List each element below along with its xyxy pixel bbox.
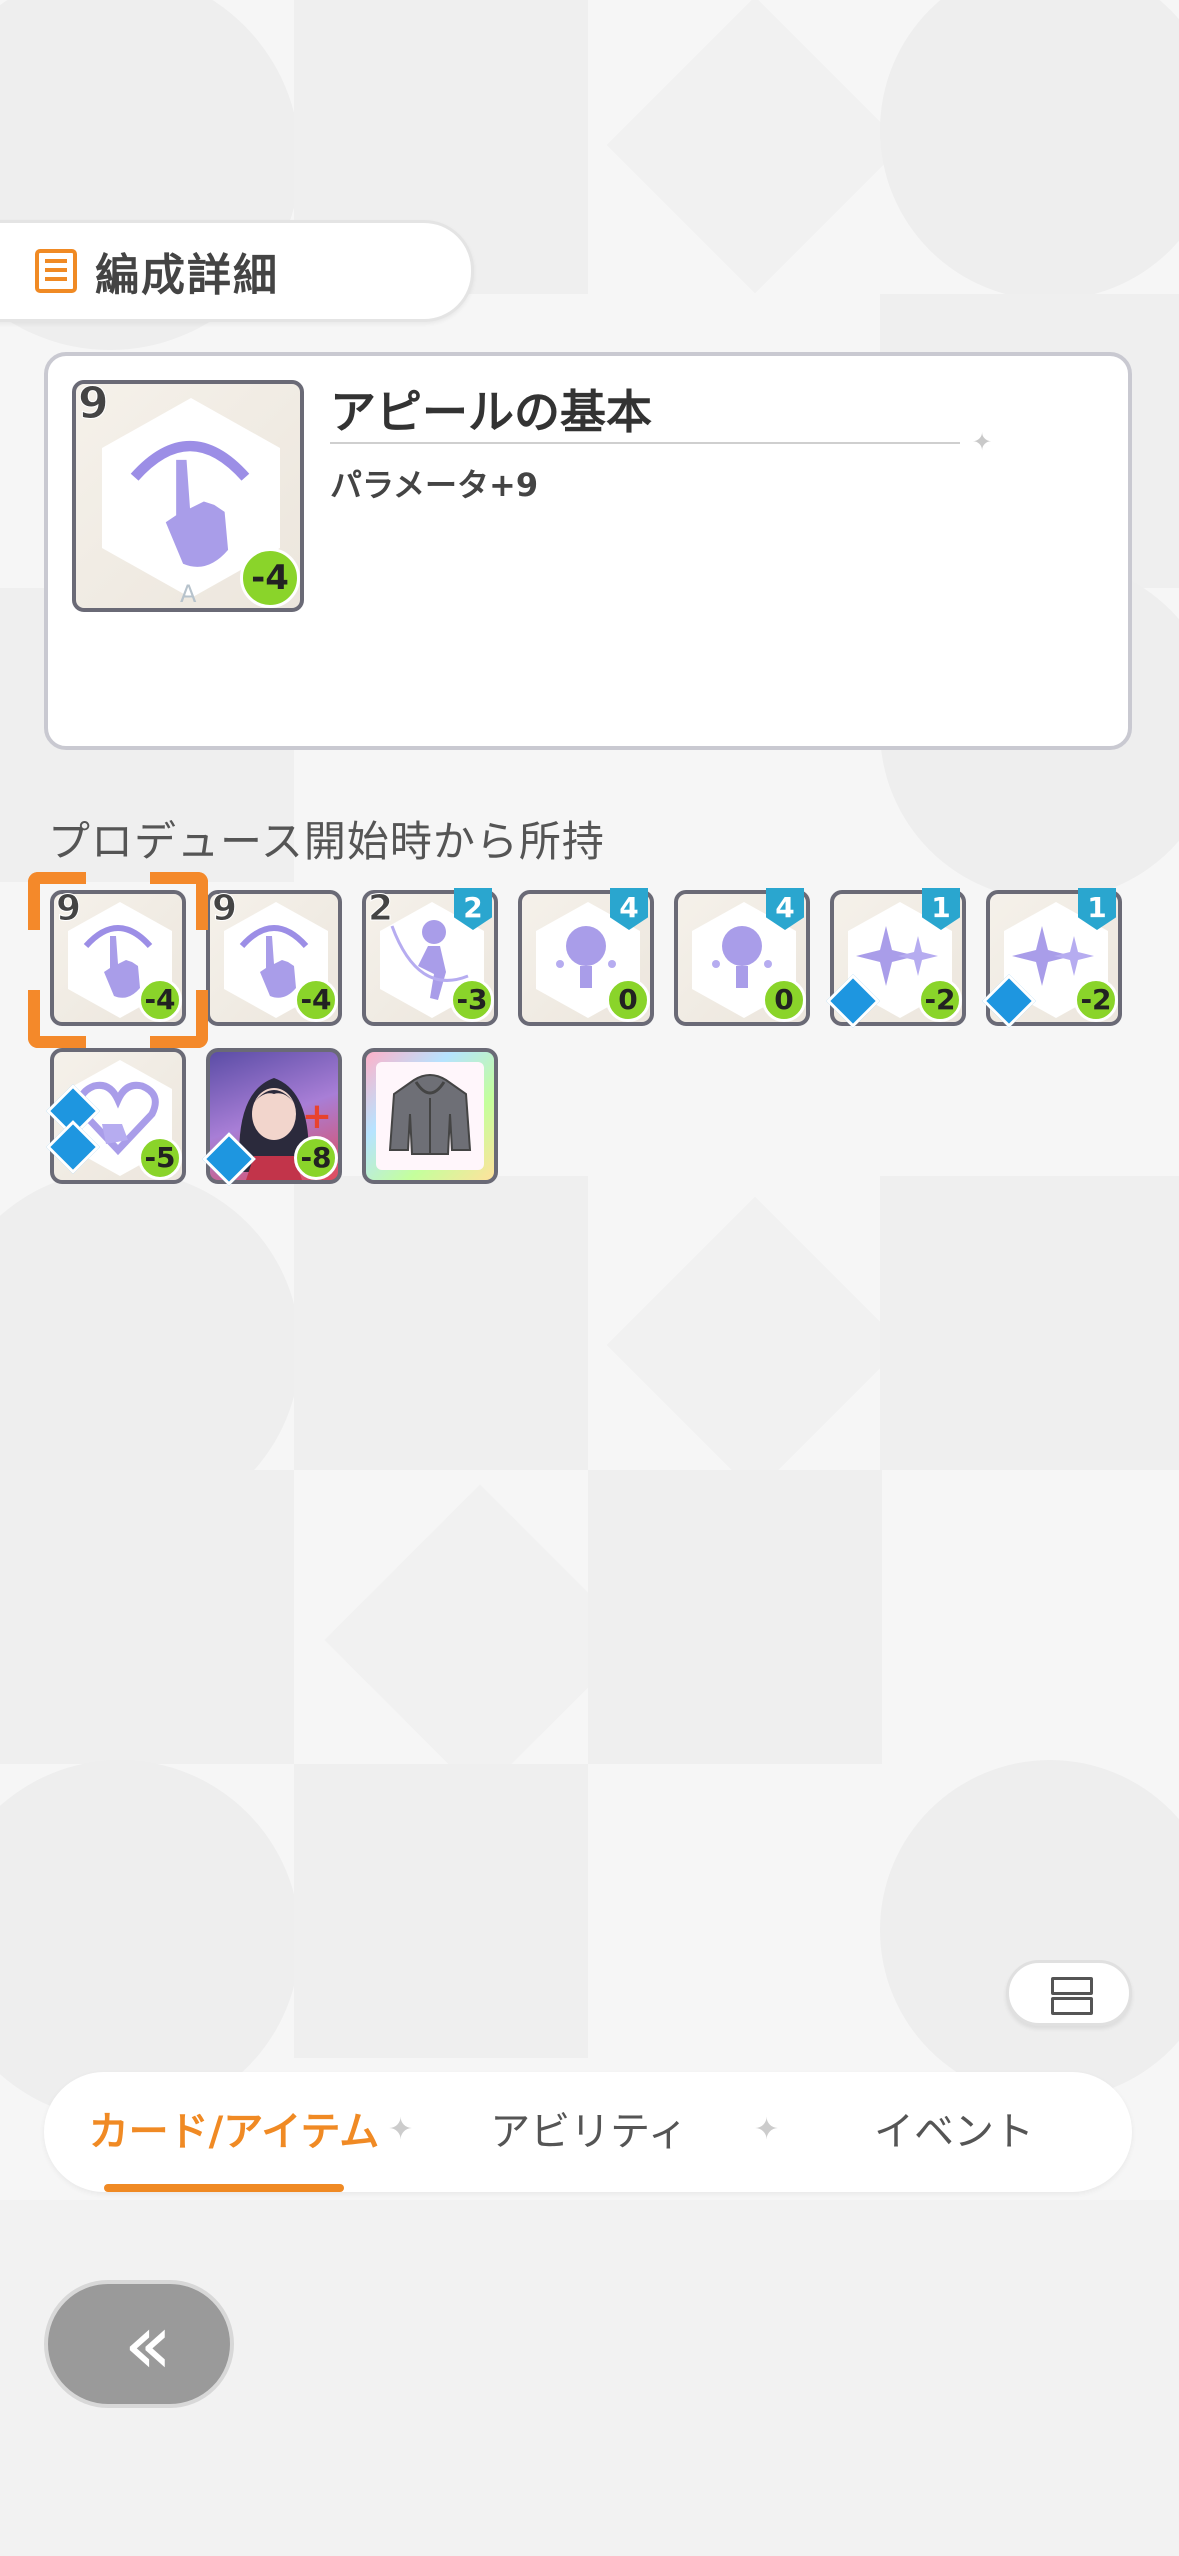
- tab-bar: カード/アイテム ✦ アビリティ ✦ イベント: [44, 2072, 1132, 2192]
- deck-card-idol[interactable]: + -8: [202, 1048, 342, 1186]
- card-cost: 0: [762, 978, 806, 1022]
- card-cost: -2: [1074, 978, 1118, 1022]
- deck-card[interactable]: -5: [46, 1048, 186, 1184]
- hoodie-item-icon: [388, 1074, 472, 1155]
- card-effect: パラメータ+9: [330, 466, 539, 504]
- divider: [330, 442, 960, 444]
- deck-item[interactable]: [362, 1048, 498, 1184]
- card-name: アピールの基本: [330, 385, 652, 439]
- card-level: 2: [367, 888, 394, 930]
- card-cost: -4: [294, 978, 338, 1022]
- card-level: 9: [78, 378, 110, 430]
- layout-icon-bar: [1051, 1997, 1093, 2015]
- tab-event[interactable]: イベント: [804, 2072, 1104, 2192]
- card-cost: -2: [918, 978, 962, 1022]
- deck-card[interactable]: 4 0: [674, 888, 810, 1026]
- card-detail-panel: 9 -4 A アピールの基本 ✦ パラメータ+9: [44, 352, 1132, 750]
- list-icon: [35, 249, 77, 293]
- plus-icon: +: [301, 1096, 332, 1137]
- deck-card[interactable]: 9 -4: [206, 888, 342, 1026]
- tab-cards-items[interactable]: カード/アイテム: [74, 2072, 394, 2192]
- detail-card-image: 9 -4 A: [72, 378, 304, 612]
- card-cost: -3: [450, 978, 494, 1022]
- card-cost: -8: [294, 1136, 338, 1180]
- sparkle-icon: ✦: [972, 428, 993, 456]
- deck-card[interactable]: 1 -2: [826, 888, 966, 1028]
- tab-ability[interactable]: アビリティ: [444, 2072, 734, 2192]
- layout-toggle-button[interactable]: [1006, 1960, 1132, 2026]
- card-cost: 0: [606, 978, 650, 1022]
- card-cost: -5: [138, 1136, 182, 1180]
- deck-card[interactable]: 4 0: [518, 888, 654, 1026]
- card-cost: -4: [138, 978, 182, 1022]
- formation-detail-header: 編成詳細: [0, 220, 474, 322]
- active-tab-indicator: [104, 2184, 344, 2192]
- separator-icon: ✦: [388, 2112, 414, 2147]
- layout-icon: [1051, 1977, 1093, 1995]
- section-title: プロデュース開始時から所持: [48, 817, 605, 866]
- deck-card[interactable]: 2 2 -3: [362, 888, 498, 1026]
- double-chevron-left-icon: ‹‹: [123, 2295, 172, 2393]
- deck-card[interactable]: 9 -4: [50, 888, 186, 1026]
- deck-card[interactable]: 1 -2: [982, 888, 1122, 1028]
- card-rank: A: [180, 580, 197, 608]
- back-button[interactable]: ‹‹: [44, 2280, 234, 2408]
- card-level: 9: [211, 888, 238, 930]
- card-cost: -4: [240, 548, 300, 608]
- card-level: 9: [55, 888, 82, 930]
- separator-icon: ✦: [754, 2112, 780, 2147]
- page-title: 編成詳細: [95, 250, 279, 301]
